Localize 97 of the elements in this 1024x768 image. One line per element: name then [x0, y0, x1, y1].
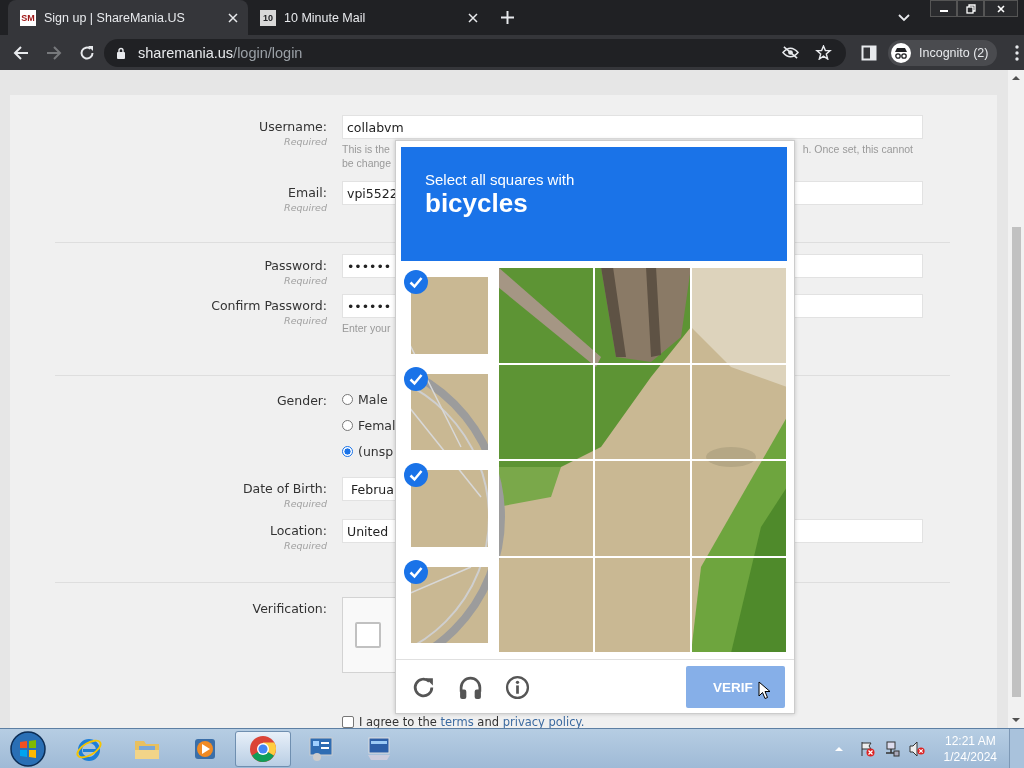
- profile-button[interactable]: Incognito (2): [888, 39, 998, 66]
- image-tile[interactable]: [497, 363, 594, 460]
- radio-label: Male: [358, 391, 388, 407]
- minimize-icon: [939, 10, 948, 12]
- required-note: Required: [284, 498, 327, 509]
- lock-icon[interactable]: [116, 46, 126, 59]
- hint-text: This is the: [342, 142, 390, 157]
- image-tile[interactable]: [594, 460, 691, 557]
- control-panel-icon: [307, 734, 335, 763]
- browser-tab[interactable]: 10 10 Minute Mail: [248, 0, 488, 35]
- image-tile[interactable]: [690, 556, 787, 653]
- field-label: Gender:: [276, 392, 327, 410]
- agree-checkbox[interactable]: [342, 716, 354, 728]
- network-icon[interactable]: [883, 740, 900, 757]
- browser-tab[interactable]: SM Sign up | ShareMania.US: [8, 0, 248, 35]
- url-text: sharemania.us/login/login: [138, 44, 303, 61]
- image-tile[interactable]: [401, 556, 498, 653]
- close-icon: [996, 3, 1006, 14]
- monitor-icon: [365, 734, 393, 763]
- scroll-up-icon[interactable]: [1012, 75, 1020, 81]
- eye-slash-icon[interactable]: [782, 45, 799, 60]
- required-note: Required: [284, 136, 327, 147]
- cursor-icon: [758, 681, 770, 700]
- side-panel-icon[interactable]: [861, 44, 877, 61]
- radio-label: (unsp: [358, 443, 394, 459]
- info-icon[interactable]: [505, 674, 530, 700]
- required-note: Required: [284, 202, 327, 213]
- hint-text: h. Once set, this cannot: [802, 142, 913, 157]
- recaptcha-checkbox[interactable]: [355, 622, 381, 648]
- scrollbar[interactable]: [1008, 70, 1024, 728]
- radio-button[interactable]: [342, 419, 353, 431]
- field-label: Location:: [269, 522, 327, 540]
- favicon: SM: [20, 9, 36, 26]
- agree-text: I agree to the terms and privacy policy.: [359, 716, 585, 728]
- forward-icon[interactable]: [46, 44, 62, 61]
- restore-icon: [965, 3, 976, 14]
- tab-title: Sign up | ShareMania.US: [44, 10, 186, 25]
- privacy-link[interactable]: privacy policy.: [502, 715, 585, 728]
- close-icon[interactable]: [228, 12, 238, 23]
- field-label: Confirm Password:: [211, 297, 327, 315]
- field-label: Date of Birth:: [242, 480, 327, 498]
- required-note: Required: [284, 275, 327, 286]
- image-tile[interactable]: [690, 363, 787, 460]
- start-button[interactable]: [10, 730, 46, 767]
- check-icon: [404, 366, 428, 391]
- image-tile[interactable]: [690, 267, 787, 364]
- image-tile[interactable]: [401, 267, 498, 364]
- image-tile[interactable]: [594, 556, 691, 653]
- restore-button[interactable]: [957, 0, 984, 17]
- check-icon: [404, 559, 428, 584]
- flag-error-icon[interactable]: [858, 740, 875, 757]
- tab-title: 10 Minute Mail: [284, 10, 367, 25]
- address-bar[interactable]: sharemania.us/login/login: [104, 38, 846, 67]
- back-icon[interactable]: [13, 44, 29, 61]
- close-icon[interactable]: [468, 12, 478, 23]
- image-tile[interactable]: [594, 267, 691, 364]
- headphones-icon[interactable]: [458, 674, 483, 700]
- incognito-icon: [891, 42, 911, 63]
- field-label: Email:: [288, 184, 327, 202]
- image-tile[interactable]: [497, 460, 594, 557]
- hint-text: be change: [342, 156, 392, 171]
- star-icon[interactable]: [815, 45, 832, 60]
- favicon: 10: [260, 9, 276, 26]
- scroll-down-icon[interactable]: [1012, 717, 1020, 723]
- image-tile[interactable]: [497, 556, 594, 653]
- image-tile[interactable]: [401, 460, 498, 557]
- new-tab-icon[interactable]: [501, 11, 514, 24]
- menu-icon[interactable]: [1015, 44, 1020, 61]
- check-icon: [404, 463, 428, 487]
- close-button[interactable]: [984, 0, 1018, 17]
- reload-icon[interactable]: [79, 44, 95, 61]
- image-tile[interactable]: [690, 460, 787, 557]
- check-icon: [404, 270, 428, 294]
- captcha-keyword: bicycles: [425, 188, 529, 219]
- show-desktop-button[interactable]: [1009, 728, 1024, 768]
- required-note: Required: [284, 315, 327, 326]
- field-label: Password:: [264, 257, 327, 275]
- field-label: Verification:: [252, 600, 327, 618]
- image-tile[interactable]: [594, 363, 691, 460]
- terms-link[interactable]: terms: [440, 715, 474, 728]
- time-text: 12:21 AM: [944, 732, 996, 749]
- chrome-icon: [249, 734, 277, 763]
- image-tile[interactable]: [401, 363, 498, 460]
- date-text: 1/24/2024: [943, 748, 997, 765]
- radio-button[interactable]: [342, 393, 353, 405]
- input-field[interactable]: collabvm: [342, 115, 923, 139]
- image-tile[interactable]: [497, 267, 594, 364]
- radio-button[interactable]: [342, 445, 353, 457]
- radio-label: Femal: [358, 417, 396, 433]
- taskbar-app[interactable]: [235, 730, 291, 767]
- volume-muted-icon[interactable]: [908, 740, 925, 757]
- required-note: Required: [284, 540, 327, 551]
- hint-text: Enter your: [342, 321, 391, 336]
- field-label: Username:: [259, 118, 327, 136]
- minimize-button[interactable]: [930, 0, 957, 17]
- captcha-prompt: Select all squares with: [425, 171, 576, 188]
- chevron-down-icon[interactable]: [898, 13, 910, 22]
